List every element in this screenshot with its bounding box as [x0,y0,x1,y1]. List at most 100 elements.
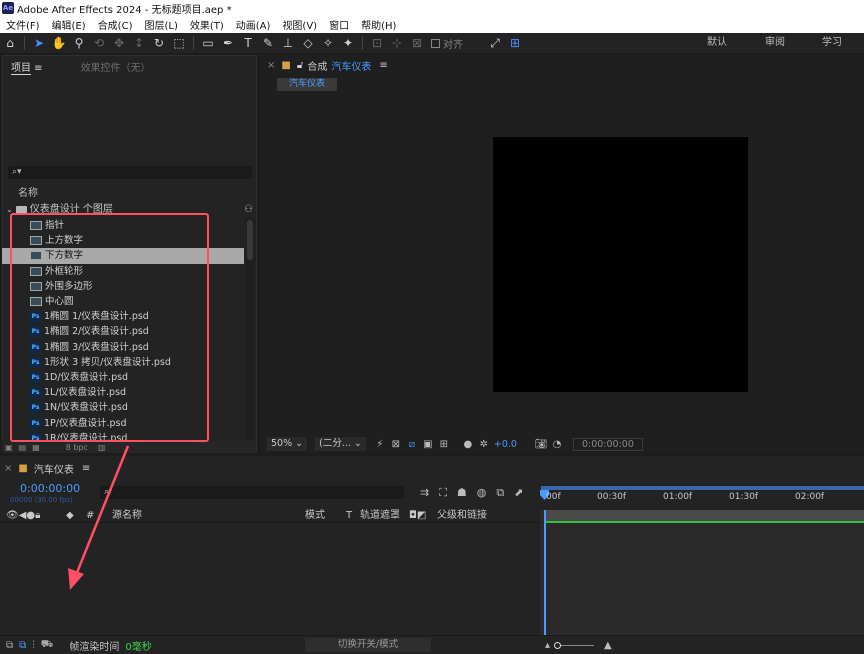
workspace-default[interactable]: 默认 [707,33,727,53]
menu-help[interactable]: 帮助(H) [355,17,402,32]
rectangle-tool-icon[interactable]: ▭ [198,33,218,53]
bit-depth-label[interactable]: 8 bpc [66,443,88,452]
zoom-out-icon[interactable]: ▴ [545,640,550,651]
zoom-slider[interactable] [554,642,595,649]
rotation-tool-icon[interactable]: ↻ [149,33,169,53]
snap-checkbox[interactable] [431,38,440,48]
clone-stamp-icon[interactable]: ⊥ [278,33,298,53]
time-ruler[interactable]: 00f 00:30f 01:00f 01:30f 02:00f [540,486,864,510]
align-world-axis-icon[interactable]: ⊹ [387,33,407,53]
resolution-dropdown[interactable]: (二分... ⌄ [315,437,366,451]
panel-menu-icon[interactable]: ≡ [82,463,90,474]
align-view-axis-icon[interactable]: ⊠ [407,33,427,53]
work-area-bar[interactable] [541,486,864,490]
project-column-name[interactable]: 名称 [2,186,255,202]
project-item[interactable]: Ps 1椭圆 2/仪表盘设计.psd [2,324,244,339]
render-time-icon[interactable]: ⛟ [41,639,54,652]
current-time-indicator[interactable] [544,510,546,635]
close-icon[interactable]: × [267,60,275,71]
comp-current-time[interactable]: 0:00:00:00 [572,437,643,451]
expand-icon[interactable]: ⤢ [485,33,505,53]
align-local-axis-icon[interactable]: ⊡ [367,33,387,53]
expand-arrow-icon[interactable]: ⌄ [6,203,13,217]
zoom-in-icon[interactable]: ▲ [604,640,612,651]
magnification-dropdown[interactable]: 50% ⌄ [267,437,308,451]
menu-edit[interactable]: 编辑(E) [46,17,92,32]
project-item[interactable]: Ps 1D/仪表盘设计.psd [2,370,244,385]
brush-tool-icon[interactable]: ✎ [258,33,278,53]
menu-window[interactable]: 窗口 [323,17,355,32]
project-item[interactable]: Ps 1椭圆 1/仪表盘设计.psd [2,309,244,324]
motion-blur-icon[interactable]: ⧉ [496,486,504,500]
work-area-range[interactable] [544,510,864,521]
timeline-current-time[interactable]: 0:00:00:00 [20,482,80,495]
color-channels-icon[interactable]: ● [462,439,474,450]
menu-composition[interactable]: 合成(C) [92,17,139,32]
column-parent[interactable]: 父级和链接 [437,509,487,523]
snapping-icon[interactable]: ⊞ [505,33,525,53]
menu-file[interactable]: 文件(F) [0,17,46,32]
comp-breadcrumb[interactable]: 汽车仪表 [277,78,338,91]
mask-visibility-icon[interactable]: ⧄ [406,439,418,450]
timeline-tab-label[interactable]: 汽车仪表 [34,461,74,476]
tab-project[interactable]: 项目 ≡ [3,59,51,75]
project-item[interactable]: Ps 1R/仪表盘设计.psd [2,431,244,440]
project-folder[interactable]: ⌄ 仪表盘设计 个图层 ⚇ [2,203,255,217]
timeline-search-input[interactable]: ⌕ [100,486,404,499]
project-item[interactable]: Ps 1P/仪表盘设计.psd [2,415,244,430]
composition-canvas[interactable] [493,137,748,392]
project-item[interactable]: Ps 1形状 3 拷贝/仪表盘设计.psd [2,355,244,370]
project-item[interactable]: 外围多边形 [2,279,244,294]
transparency-grid-icon[interactable]: ⊠ [390,439,402,450]
project-item[interactable]: Ps 1L/仪表盘设计.psd [2,385,244,400]
project-item[interactable]: 下方数字 [2,248,244,264]
project-search-input[interactable]: ⌕▾ [8,166,252,179]
layer-switches-icon[interactable]: ⧉ [6,640,13,651]
show-snapshot-icon[interactable]: ◔ [551,439,563,450]
hand-tool-icon[interactable]: ✋ [49,33,69,53]
workspace-learn[interactable]: 学习 [822,33,842,53]
zoom-slider-handle[interactable] [554,642,562,649]
grid-guides-icon[interactable]: ⊞ [438,439,450,450]
new-composition-icon[interactable]: ▦ [32,443,40,452]
pan-behind-tool-icon[interactable]: ⬚ [169,33,189,53]
in-out-icon[interactable]: ⫶ [32,640,35,651]
tab-effect-controls[interactable]: 效果控件（无） [73,59,159,74]
dolly-camera-icon[interactable]: ↕ [129,33,149,53]
eraser-tool-icon[interactable]: ◇ [298,33,318,53]
fast-previews-icon[interactable]: ⚡ [374,439,386,450]
project-item[interactable]: Ps 1N/仪表盘设计.psd [2,400,244,415]
flowchart-icon[interactable]: ⚇ [244,203,253,217]
interpret-footage-icon[interactable]: ▣ [5,443,13,452]
project-scrollbar[interactable] [246,218,255,440]
region-of-interest-icon[interactable]: ▣ [422,439,434,450]
menu-effect[interactable]: 效果(T) [184,17,230,32]
timeline-track-area[interactable] [540,510,864,635]
comp-flowchart-icon[interactable]: ⇉ [420,486,429,500]
pen-tool-icon[interactable]: ✒ [218,33,238,53]
project-item[interactable]: 中心圆 [2,294,244,309]
project-item[interactable]: 外框轮形 [2,264,244,279]
av-features-icon[interactable]: 👁︎◀︎●🔒︎ [6,509,40,523]
selection-tool-icon[interactable]: ➤ [29,33,49,53]
home-icon[interactable]: ⌂ [0,33,20,53]
menu-animation[interactable]: 动画(A) [230,17,277,32]
pan-camera-icon[interactable]: ✥ [109,33,129,53]
shy-layers-icon[interactable]: ☗ [457,486,467,500]
menu-layer[interactable]: 图层(L) [138,17,183,32]
exposure-reset-icon[interactable]: ✲ [478,439,490,450]
graph-editor-icon[interactable]: ⬈ [514,486,523,500]
new-folder-icon[interactable]: ▤ [19,443,27,452]
workspace-review[interactable]: 审阅 [765,33,785,53]
toggle-switches-modes-button[interactable]: 切换开关/模式 [305,638,431,652]
scrollbar-thumb[interactable] [247,220,253,260]
exposure-value[interactable]: +0.0 [494,439,517,450]
trash-icon[interactable]: ▥ [98,443,106,452]
timeline-tab[interactable]: × ■ 汽车仪表 ≡ [4,460,90,476]
type-tool-icon[interactable]: T [238,33,258,53]
project-item[interactable]: Ps 1椭圆 3/仪表盘设计.psd [2,340,244,355]
comp-tab-name[interactable]: 汽车仪表 [331,58,371,73]
menu-view[interactable]: 视图(V) [276,17,323,32]
column-track-matte[interactable]: 轨道遮罩 [360,509,400,523]
draft-3d-icon[interactable]: ⛶ [439,486,447,500]
